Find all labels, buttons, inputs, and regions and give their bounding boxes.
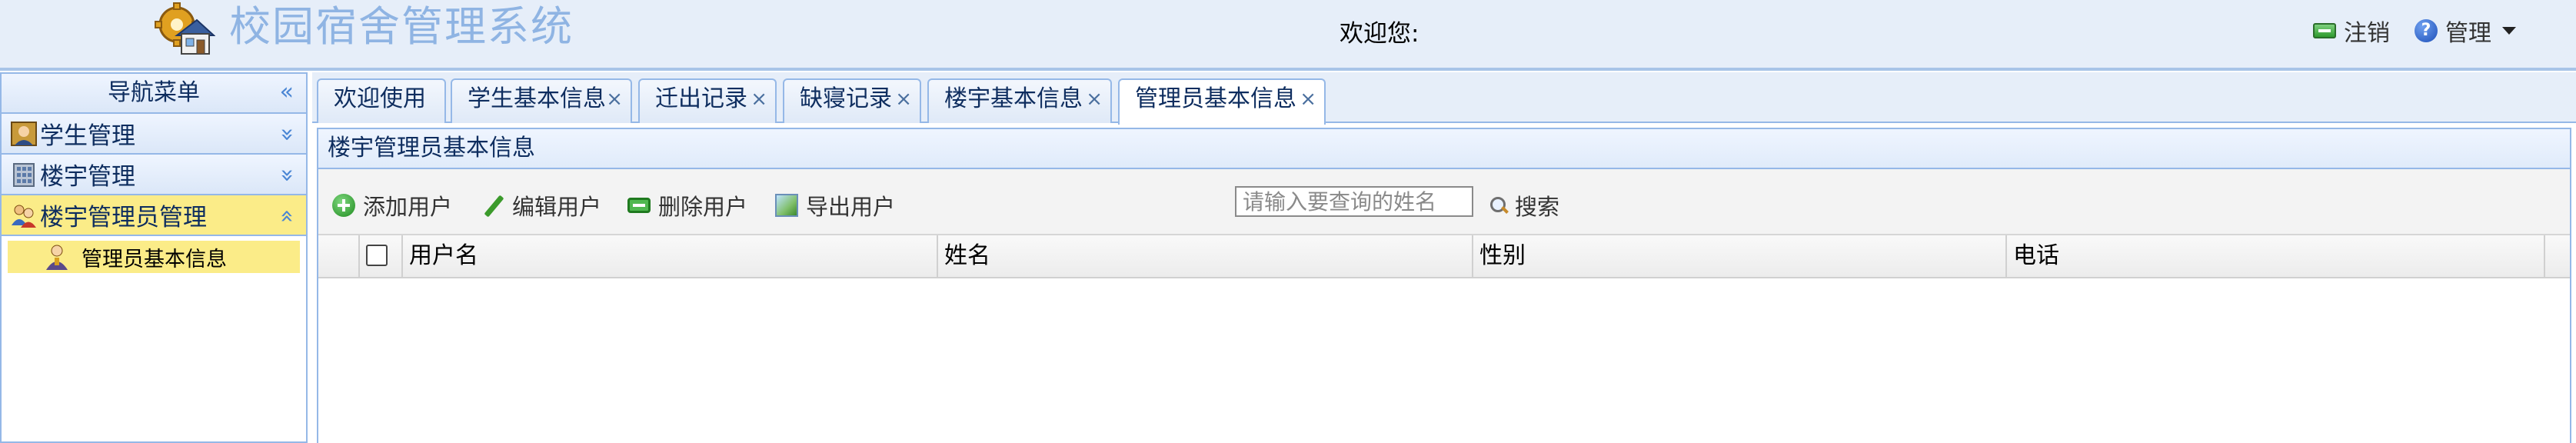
search-label: 搜索 <box>1515 194 1560 220</box>
export-user-label: 导出用户 <box>806 194 896 220</box>
export-user-button[interactable]: 导出用户 <box>775 189 895 222</box>
add-icon <box>332 194 355 217</box>
sidebar: 导航菜单 « 学生管理 « 楼宇管理 « 楼宇管理员管理 « 管理员基本信息 <box>0 72 308 443</box>
collapse-sidebar-icon[interactable]: « <box>280 81 294 104</box>
search-button[interactable]: 搜索 <box>1489 189 1559 222</box>
logout-button[interactable]: 注销 <box>2313 14 2390 48</box>
app-header: 校园宿舍管理系统 欢迎您: 注销 ? 管理 <box>0 0 2576 71</box>
panel-title: 楼宇管理员基本信息 <box>318 129 2570 169</box>
close-icon[interactable]: × <box>1300 80 1316 118</box>
row-number-column <box>318 235 360 277</box>
sidebar-item-label: 学生管理 <box>40 122 135 150</box>
sidebar-item-student-management[interactable]: 学生管理 « <box>2 114 306 155</box>
column-phone[interactable]: 电话 <box>2007 235 2545 277</box>
manage-menu-button[interactable]: ? 管理 <box>2415 14 2516 48</box>
search-input[interactable] <box>1235 186 1473 217</box>
building-icon <box>13 162 35 187</box>
tab-welcome[interactable]: 欢迎使用 <box>317 78 446 123</box>
tab-absence-records[interactable]: 缺寝记录 × <box>783 78 921 123</box>
app-title: 校园宿舍管理系统 <box>229 2 574 51</box>
caret-down-icon <box>2502 27 2516 35</box>
column-username[interactable]: 用户名 <box>403 235 938 277</box>
help-icon: ? <box>2415 19 2438 42</box>
tab-label: 楼宇基本信息 <box>944 85 1083 112</box>
toolbar: 添加用户 编辑用户 删除用户 导出用户 搜索 <box>318 169 2570 235</box>
welcome-text: 欢迎您: <box>1340 20 1419 48</box>
admin-group-icon <box>12 205 36 228</box>
expand-icon: « <box>272 127 300 142</box>
close-icon[interactable]: × <box>1086 80 1103 118</box>
add-user-label: 添加用户 <box>363 194 453 220</box>
tab-label: 欢迎使用 <box>334 85 426 112</box>
sidebar-title: 导航菜单 <box>108 79 200 106</box>
close-icon[interactable]: × <box>606 80 623 118</box>
sidebar-subitem-label: 管理员基本信息 <box>82 247 227 271</box>
close-icon[interactable]: × <box>895 80 912 118</box>
table-body <box>318 278 2570 432</box>
student-icon <box>11 121 37 146</box>
delete-user-label: 删除用户 <box>658 194 748 220</box>
logout-icon <box>2313 23 2336 38</box>
tab-label: 缺寝记录 <box>800 85 892 112</box>
search-icon <box>1489 195 1509 215</box>
tab-bar: 欢迎使用 学生基本信息 × 迁出记录 × 缺寝记录 × 楼宇基本信息 × 管理员… <box>312 72 2576 125</box>
close-icon[interactable]: × <box>751 80 767 118</box>
sidebar-submenu: 管理员基本信息 <box>2 236 306 278</box>
main-panel: 楼宇管理员基本信息 添加用户 编辑用户 删除用户 导出用户 搜索 用户名 姓名 <box>317 128 2571 443</box>
column-gender[interactable]: 性别 <box>1473 235 2007 277</box>
edit-user-button[interactable]: 编辑用户 <box>481 189 601 222</box>
tab-label: 迁出记录 <box>655 85 747 112</box>
house-gear-logo-icon <box>155 2 215 55</box>
select-all-checkbox[interactable] <box>366 245 388 266</box>
sidebar-item-admin-info[interactable]: 管理员基本信息 <box>8 241 300 273</box>
collapse-icon: « <box>273 208 301 224</box>
tab-student-info[interactable]: 学生基本信息 × <box>451 78 632 123</box>
tab-label: 管理员基本信息 <box>1135 85 1296 112</box>
tab-building-info[interactable]: 楼宇基本信息 × <box>927 78 1112 123</box>
sidebar-item-building-admin-management[interactable]: 楼宇管理员管理 « <box>2 195 306 236</box>
column-name[interactable]: 姓名 <box>938 235 1473 277</box>
tab-moveout-records[interactable]: 迁出记录 × <box>638 78 777 123</box>
sidebar-item-label: 楼宇管理 <box>40 163 135 191</box>
pencil-icon <box>481 194 504 217</box>
manage-label: 管理 <box>2445 20 2491 47</box>
logout-label: 注销 <box>2344 20 2390 47</box>
add-user-button[interactable]: 添加用户 <box>332 189 452 222</box>
admin-user-icon <box>46 245 68 270</box>
sidebar-item-building-management[interactable]: 楼宇管理 « <box>2 155 306 195</box>
tab-admin-info[interactable]: 管理员基本信息 × <box>1118 78 1326 125</box>
tab-label: 学生基本信息 <box>468 85 606 112</box>
sidebar-header: 导航菜单 « <box>2 74 306 114</box>
edit-user-label: 编辑用户 <box>512 194 602 220</box>
table-header: 用户名 姓名 性别 电话 <box>318 235 2570 278</box>
delete-user-button[interactable]: 删除用户 <box>627 189 747 222</box>
export-image-icon <box>775 194 798 217</box>
sidebar-item-label: 楼宇管理员管理 <box>40 204 207 231</box>
expand-icon: « <box>272 168 300 183</box>
select-all-column <box>360 235 403 277</box>
delete-icon <box>627 198 651 213</box>
